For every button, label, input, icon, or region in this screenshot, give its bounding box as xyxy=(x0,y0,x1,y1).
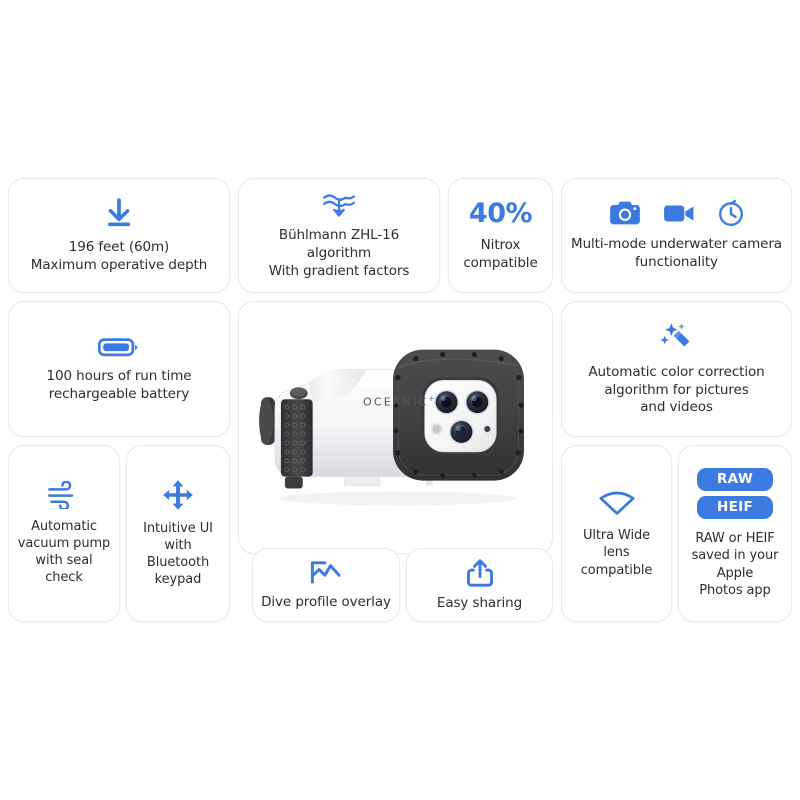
icon-row xyxy=(98,335,140,359)
feature-card-ultra-wide: Ultra Wide lens compatible xyxy=(561,445,672,622)
feature-label: Automatic vacuum pump with seal check xyxy=(17,518,111,586)
icon-row xyxy=(309,559,343,587)
icon-row xyxy=(321,190,357,220)
feature-label: RAW or HEIF saved in your Apple Photos a… xyxy=(691,531,779,598)
timer-icon xyxy=(717,199,745,227)
feature-card-vacuum-pump: Automatic vacuum pump with seal check xyxy=(8,445,120,622)
feature-label: Bühlmann ZHL-16 algorithm With gradient … xyxy=(268,227,410,279)
feature-card-color-correction: Automatic color correction algorithm for… xyxy=(561,301,792,437)
ultra-wide-lens-icon xyxy=(597,488,637,518)
battery-full-icon xyxy=(98,335,140,359)
product-illustration xyxy=(259,349,524,506)
feature-card-battery: 100 hours of run time rechargeable batte… xyxy=(8,301,230,437)
feature-label: Automatic color correction algorithm for… xyxy=(588,363,765,416)
feature-card-max-depth: 196 feet (60m) Maximum operative depth xyxy=(8,178,230,293)
icon-row xyxy=(47,480,81,509)
feature-label: Easy sharing xyxy=(436,594,523,611)
product-stage: OCEANIC+ xyxy=(239,302,552,553)
feature-card-algorithm: Bühlmann ZHL-16 algorithm With gradient … xyxy=(238,178,440,293)
wind-icon xyxy=(47,480,81,509)
feature-label: 100 hours of run time rechargeable batte… xyxy=(46,367,192,402)
feature-label: Ultra Wide lens compatible xyxy=(580,528,653,578)
dive-profile-chart-icon xyxy=(309,559,343,587)
feature-label: Dive profile overlay xyxy=(261,593,391,610)
icon-row xyxy=(659,321,695,355)
icon-row xyxy=(466,558,494,588)
feature-grid: 196 feet (60m) Maximum operative depth B… xyxy=(0,170,800,630)
feature-card-dive-profile: Dive profile overlay xyxy=(252,548,400,622)
format-badges: RAW HEIF xyxy=(697,468,773,528)
icon-row xyxy=(609,199,745,227)
photo-camera-icon xyxy=(609,199,641,227)
nitrox-percentage: 40% xyxy=(468,198,533,230)
feature-card-easy-sharing: Easy sharing xyxy=(406,548,553,622)
badge-raw: RAW xyxy=(697,468,773,492)
icon-row xyxy=(162,479,194,511)
feature-card-camera-modes: Multi-mode underwater camera functionali… xyxy=(561,178,792,293)
product-image-card: OCEANIC+ xyxy=(238,301,553,554)
feature-card-nitrox: 40% Nitrox compatible xyxy=(448,178,553,293)
four-way-arrows-icon xyxy=(162,479,194,511)
feature-card-raw-heif: RAW HEIF RAW or HEIF saved in your Apple… xyxy=(678,445,792,622)
waves-descent-icon xyxy=(321,190,357,220)
badge-heif: HEIF xyxy=(697,496,773,520)
feature-label: Nitrox compatible xyxy=(463,237,538,271)
video-camera-icon xyxy=(663,201,695,225)
share-icon xyxy=(466,558,494,588)
feature-label: Multi-mode underwater camera functionali… xyxy=(571,236,782,270)
magic-wand-icon xyxy=(659,321,695,355)
feature-label: 196 feet (60m) Maximum operative depth xyxy=(30,239,208,273)
icon-row xyxy=(102,196,136,230)
icon-row xyxy=(597,488,637,518)
download-arrow-icon xyxy=(102,196,136,230)
feature-label: Intuitive UI with Bluetooth keypad xyxy=(143,520,213,588)
feature-card-intuitive-ui: Intuitive UI with Bluetooth keypad xyxy=(126,445,230,622)
